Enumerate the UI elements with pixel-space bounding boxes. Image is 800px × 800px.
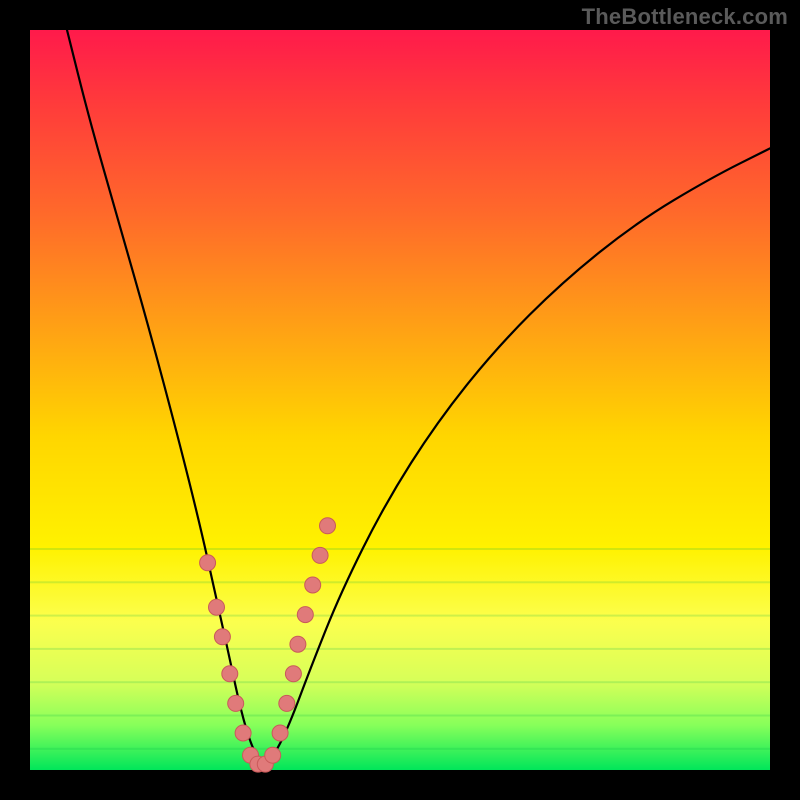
chart-svg: [30, 30, 770, 770]
highlight-dot: [200, 555, 216, 571]
highlight-dot: [285, 666, 301, 682]
green-band-line: [30, 581, 770, 583]
highlight-dot: [235, 725, 251, 741]
highlight-dot: [265, 747, 281, 763]
green-band-line: [30, 681, 770, 683]
highlight-dot: [272, 725, 288, 741]
highlight-dot: [228, 695, 244, 711]
green-band-line: [30, 715, 770, 717]
highlight-dot: [222, 666, 238, 682]
highlight-dot: [312, 547, 328, 563]
highlight-dot: [214, 629, 230, 645]
green-band-line: [30, 615, 770, 617]
bottleneck-curve: [67, 30, 770, 763]
highlight-dot: [305, 577, 321, 593]
plot-area: [30, 30, 770, 770]
watermark-text: TheBottleneck.com: [582, 4, 788, 30]
highlight-dot: [279, 695, 295, 711]
highlight-dot: [297, 607, 313, 623]
green-band-group: [30, 548, 770, 750]
green-band-line: [30, 748, 770, 750]
highlight-dot: [209, 599, 225, 615]
highlight-dot: [320, 518, 336, 534]
green-band-line: [30, 548, 770, 550]
highlight-dot: [290, 636, 306, 652]
green-band-line: [30, 648, 770, 650]
highlight-dots: [200, 518, 336, 772]
chart-stage: TheBottleneck.com: [0, 0, 800, 800]
